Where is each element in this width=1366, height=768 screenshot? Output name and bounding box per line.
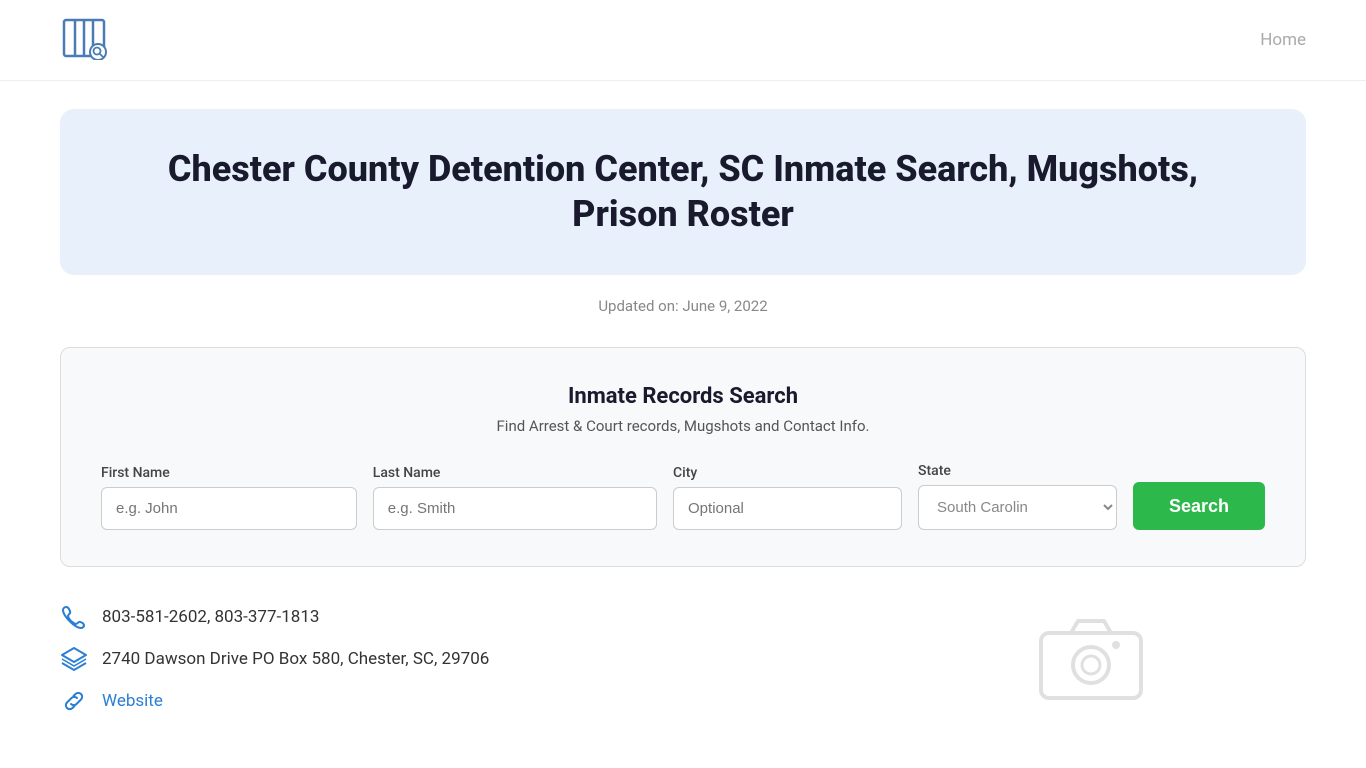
city-label: City (673, 465, 902, 481)
phone-icon (60, 603, 88, 631)
address-text: 2740 Dawson Drive PO Box 580, Chester, S… (102, 649, 489, 669)
search-card: Inmate Records Search Find Arrest & Cour… (60, 347, 1306, 567)
camera-placeholder-icon (1036, 613, 1146, 703)
state-label: State (918, 463, 1117, 479)
first-name-field-group: First Name (101, 465, 357, 530)
search-button[interactable]: Search (1133, 482, 1265, 530)
address-icon (60, 645, 88, 673)
contact-section: 803-581-2602, 803-377-1813 2740 Dawson D… (60, 603, 1306, 715)
city-field-group: City (673, 465, 902, 530)
last-name-input[interactable] (373, 487, 657, 530)
updated-date: Updated on: June 9, 2022 (0, 297, 1366, 315)
first-name-input[interactable] (101, 487, 357, 530)
state-field-group: State South Carolin Alabama Alaska Arizo… (918, 463, 1117, 530)
search-fields: First Name Last Name City State South Ca… (101, 463, 1265, 530)
hero-section: Chester County Detention Center, SC Inma… (60, 109, 1306, 275)
last-name-field-group: Last Name (373, 465, 657, 530)
search-card-subtitle: Find Arrest & Court records, Mugshots an… (101, 417, 1265, 435)
search-card-title: Inmate Records Search (101, 384, 1265, 409)
logo (60, 16, 108, 64)
page-title: Chester County Detention Center, SC Inma… (120, 147, 1246, 237)
last-name-label: Last Name (373, 465, 657, 481)
link-icon (60, 687, 88, 715)
phone-number: 803-581-2602, 803-377-1813 (102, 607, 319, 627)
state-select[interactable]: South Carolin Alabama Alaska Arizona Ark… (918, 485, 1117, 530)
nav-home-link[interactable]: Home (1260, 30, 1306, 50)
city-input[interactable] (673, 487, 902, 530)
website-link[interactable]: Website (102, 691, 163, 711)
first-name-label: First Name (101, 465, 357, 481)
